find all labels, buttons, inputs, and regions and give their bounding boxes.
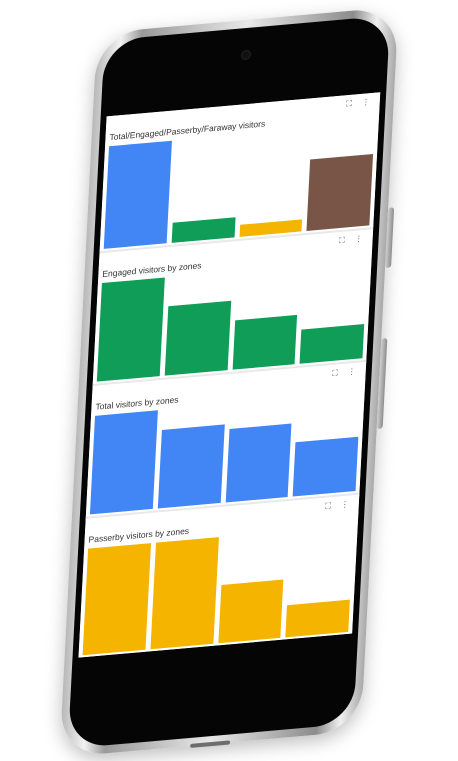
expand-icon[interactable]: ⛶: [346, 99, 352, 110]
chart-bar[interactable]: [239, 219, 303, 237]
chart-bar[interactable]: [103, 140, 172, 249]
bar-chart: [103, 123, 375, 249]
chart-bar[interactable]: [157, 424, 225, 509]
card-actions: ⛶ ⋮: [325, 500, 349, 512]
expand-icon[interactable]: ⛶: [332, 368, 338, 379]
chart-bar[interactable]: [150, 537, 219, 650]
more-vert-icon[interactable]: ⋮: [341, 500, 349, 511]
more-vert-icon[interactable]: ⋮: [362, 97, 370, 108]
camera-icon: [240, 49, 252, 61]
chart-bar[interactable]: [285, 599, 350, 638]
chart-bar[interactable]: [217, 579, 284, 644]
chart-bar[interactable]: [306, 153, 374, 231]
chart-card-passerby-by-zones: ⛶ ⋮ Passerby visitors by zones: [78, 494, 360, 658]
bar-chart: [96, 260, 368, 382]
chart-bar[interactable]: [292, 436, 359, 497]
chart-bar[interactable]: [96, 277, 165, 382]
chart-bar[interactable]: [164, 301, 231, 376]
bar-chart: [82, 525, 354, 656]
card-actions: ⛶ ⋮: [346, 97, 370, 109]
chart-bar[interactable]: [299, 323, 365, 364]
more-vert-icon[interactable]: ⋮: [348, 367, 356, 378]
expand-icon[interactable]: ⛶: [339, 236, 345, 247]
card-actions: ⛶ ⋮: [332, 367, 356, 379]
chart-card-engaged-by-zones: ⛶ ⋮ Engaged visitors by zones: [92, 229, 374, 388]
expand-icon[interactable]: ⛶: [325, 501, 331, 512]
chart-bar[interactable]: [232, 314, 298, 370]
chart-bar[interactable]: [89, 410, 158, 515]
chart-bar[interactable]: [171, 216, 236, 243]
chart-bar[interactable]: [82, 543, 151, 656]
phone-device: ⛶ ⋮ Total/Engaged/Passerby/Faraway visit…: [59, 6, 399, 758]
more-vert-icon[interactable]: ⋮: [354, 234, 362, 245]
card-actions: ⛶ ⋮: [339, 234, 363, 246]
dashboard-screen[interactable]: ⛶ ⋮ Total/Engaged/Passerby/Faraway visit…: [78, 92, 381, 658]
chart-bar[interactable]: [225, 423, 292, 503]
chart-card-total-engaged-passerby-faraway: ⛶ ⋮ Total/Engaged/Passerby/Faraway visit…: [99, 92, 381, 255]
chart-card-total-by-zones: ⛶ ⋮ Total visitors by zones: [85, 361, 367, 520]
bar-chart: [89, 392, 361, 515]
